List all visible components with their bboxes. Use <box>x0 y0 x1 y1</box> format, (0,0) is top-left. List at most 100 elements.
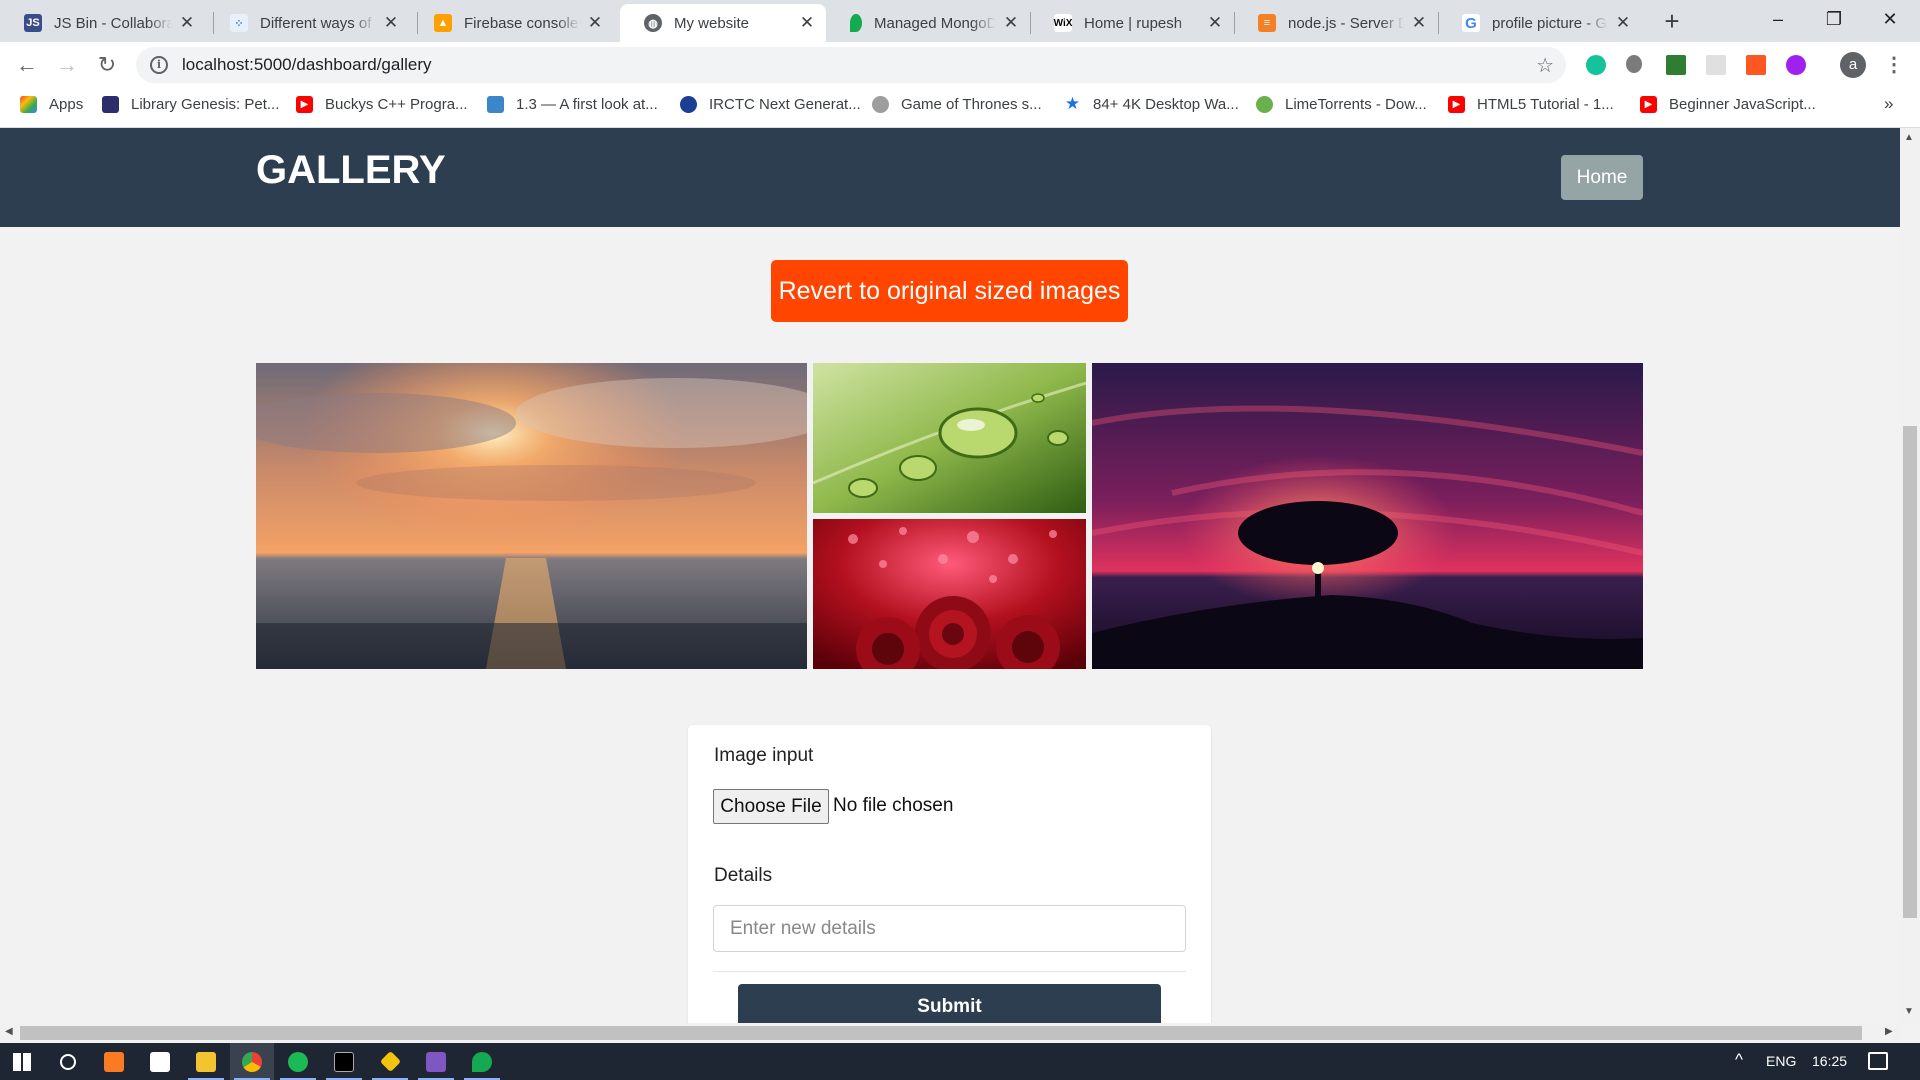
vertical-scrollbar[interactable]: ▲ ▼ <box>1900 128 1920 1023</box>
youtube-icon: ▶ <box>1448 95 1465 113</box>
close-tab-icon[interactable]: ✕ <box>382 13 400 33</box>
tab-title: profile picture - Google Search <box>1492 14 1608 32</box>
scroll-down-icon[interactable]: ▼ <box>1904 1006 1914 1017</box>
mongodb-compass-icon[interactable] <box>460 1043 504 1080</box>
bookmarks-bar: Apps Library Genesis: Pet... ▶ Buckys C+… <box>0 88 1920 128</box>
tab-google[interactable]: G profile picture - Google Search ✕ <box>1438 4 1642 42</box>
profile-avatar[interactable]: a <box>1840 52 1866 78</box>
tab-firebase[interactable]: ▲ Firebase console ✕ <box>410 4 614 42</box>
minimize-button[interactable]: – <box>1750 0 1806 38</box>
extension-purple-icon[interactable] <box>1786 55 1806 75</box>
page-viewport: GALLERY Home Revert to original sized im… <box>0 128 1900 1023</box>
irctc-icon <box>680 95 697 113</box>
tab-jsbin[interactable]: JS JS Bin - Collaborative JavaScript Deb… <box>0 4 206 42</box>
sunset-sea-image[interactable] <box>256 363 807 669</box>
water-drops-leaf-image[interactable] <box>813 363 1086 513</box>
bookmark-wallpapers[interactable]: ★ 84+ 4K Desktop Wa... <box>1064 88 1239 120</box>
details-input[interactable]: Enter new details <box>713 905 1186 952</box>
google-icon: G <box>1462 14 1480 32</box>
close-tab-icon[interactable]: ✕ <box>178 13 196 33</box>
chrome-icon[interactable] <box>230 1043 274 1080</box>
windows-start-icon[interactable] <box>0 1043 44 1080</box>
horizontal-scroll-thumb[interactable] <box>20 1026 1862 1040</box>
vertical-scroll-thumb[interactable] <box>1903 426 1917 918</box>
scroll-up-icon[interactable]: ▲ <box>1904 132 1914 143</box>
scroll-right-icon[interactable]: ▶ <box>1885 1026 1893 1037</box>
bookmark-limetorrents[interactable]: LimeTorrents - Dow... <box>1256 88 1427 120</box>
bookmark-learncpp[interactable]: 1.3 — A first look at... <box>487 88 658 120</box>
wix-icon: WiX <box>1054 14 1072 32</box>
choose-file-button[interactable]: Choose File <box>713 789 829 824</box>
reload-button[interactable]: ↻ <box>92 50 122 80</box>
tab-wix[interactable]: WiX Home | rupesh ✕ <box>1030 4 1234 42</box>
tab-stackoverflow[interactable]: ≡ node.js - Server Down ✕ <box>1234 4 1438 42</box>
home-button[interactable]: Home <box>1561 155 1643 200</box>
extension-on-icon[interactable] <box>1746 55 1766 75</box>
clock[interactable]: 16:25 <box>1812 1053 1847 1069</box>
learncpp-icon <box>487 95 504 113</box>
new-tab-button[interactable]: + <box>1656 6 1688 38</box>
scroll-left-icon[interactable]: ◀ <box>5 1026 13 1037</box>
tab-title: Home | rupesh <box>1084 14 1183 32</box>
store-icon[interactable] <box>138 1043 182 1080</box>
tab-title: node.js - Server Down <box>1288 14 1404 32</box>
globe-grey-icon <box>872 95 889 113</box>
revert-images-button[interactable]: Revert to original sized images <box>771 260 1128 322</box>
bookmark-star-icon[interactable]: ☆ <box>1536 53 1554 78</box>
bookmark-got[interactable]: Game of Thrones s... <box>872 88 1042 120</box>
file-explorer-icon[interactable] <box>184 1043 228 1080</box>
address-bar[interactable]: i localhost:5000/dashboard/gallery ☆ <box>136 47 1566 83</box>
bookmark-irctc[interactable]: IRCTC Next Generat... <box>680 88 861 120</box>
site-brand[interactable]: GALLERY <box>256 148 446 193</box>
bookmark-label: Buckys C++ Progra... <box>325 95 468 113</box>
bookmark-label: Game of Thrones s... <box>901 95 1042 113</box>
close-tab-icon[interactable]: ✕ <box>1614 13 1632 33</box>
tab-my-website[interactable]: ◍ My website ✕ <box>620 4 826 42</box>
bookmark-apps[interactable]: Apps <box>20 88 83 120</box>
notifications-icon[interactable] <box>1868 1052 1888 1070</box>
bookmarks-overflow-icon[interactable]: » <box>1884 94 1893 114</box>
xampp-icon[interactable] <box>92 1043 136 1080</box>
bookmark-beginner-js[interactable]: ▶ Beginner JavaScript... <box>1640 88 1816 120</box>
close-tab-icon[interactable]: ✕ <box>1206 13 1224 33</box>
forward-button[interactable]: → <box>52 50 82 80</box>
close-tab-icon[interactable]: ✕ <box>1002 13 1020 33</box>
red-roses-hearts-image[interactable] <box>813 519 1086 669</box>
close-tab-icon[interactable]: ✕ <box>798 13 816 33</box>
html-validator-icon[interactable] <box>1666 55 1686 75</box>
star-icon: ★ <box>1064 94 1081 113</box>
submit-button[interactable]: Submit <box>738 984 1161 1023</box>
restore-button[interactable]: ❐ <box>1806 0 1862 38</box>
close-tab-icon[interactable]: ✕ <box>1410 13 1428 33</box>
close-window-button[interactable]: ✕ <box>1862 0 1918 38</box>
horizontal-scrollbar[interactable]: ◀ ▶ <box>0 1023 1900 1043</box>
bookmark-label: 84+ 4K Desktop Wa... <box>1093 95 1239 113</box>
back-button[interactable]: ← <box>12 50 42 80</box>
spotify-icon[interactable] <box>276 1043 320 1080</box>
grammarly-icon[interactable] <box>1586 55 1606 75</box>
menu-kebab-icon[interactable]: ⋮ <box>1884 52 1904 77</box>
details-label: Details <box>714 865 773 886</box>
close-tab-icon[interactable]: ✕ <box>586 13 604 33</box>
bookmark-label: HTML5 Tutorial - 1... <box>1477 95 1614 113</box>
git-icon[interactable] <box>368 1043 412 1080</box>
tab-different-ways[interactable]: ⁘ Different ways of calling ✕ <box>206 4 410 42</box>
show-hidden-icons-icon[interactable]: ^ <box>1735 1050 1743 1070</box>
extension-blank-icon[interactable] <box>1706 55 1726 75</box>
dots-icon: ⁘ <box>230 14 248 32</box>
tab-mongodb[interactable]: Managed MongoDB Hosting ✕ <box>826 4 1030 42</box>
language-indicator[interactable]: ENG <box>1766 1053 1796 1069</box>
info-icon[interactable]: i <box>150 56 168 74</box>
bookmark-libgen[interactable]: Library Genesis: Pet... <box>102 88 279 120</box>
whatsapp-icon[interactable] <box>414 1043 458 1080</box>
terminal-icon[interactable] <box>322 1043 366 1080</box>
tab-title: Different ways of calling <box>260 14 376 32</box>
bookmark-buckys[interactable]: ▶ Buckys C++ Progra... <box>296 88 468 120</box>
tab-title: JS Bin - Collaborative JavaScript Debugg… <box>54 14 172 32</box>
lone-tree-sunset-image[interactable] <box>1092 363 1643 669</box>
search-icon[interactable] <box>46 1043 90 1080</box>
libgen-icon <box>102 95 119 113</box>
bug-icon[interactable] <box>1626 55 1642 73</box>
url-text[interactable]: localhost:5000/dashboard/gallery <box>182 55 432 75</box>
bookmark-html5[interactable]: ▶ HTML5 Tutorial - 1... <box>1448 88 1614 120</box>
